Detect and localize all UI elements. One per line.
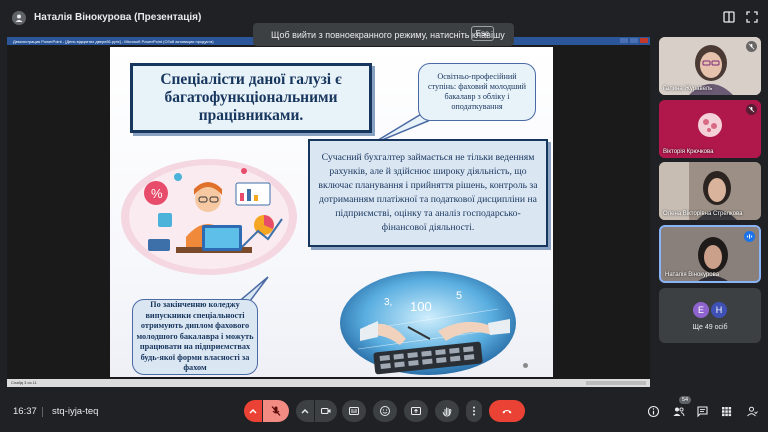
close-icon: [640, 38, 648, 43]
people-icon[interactable]: [672, 405, 685, 418]
participant-name: Наталія Вінокурова: [665, 272, 720, 278]
minimize-icon: [620, 38, 628, 43]
mic-off-icon: [746, 41, 757, 52]
meet-window: Наталія Вінокурова (Презентація) Демонст…: [0, 0, 768, 432]
svg-text:%: %: [151, 186, 163, 201]
more-participants-tile[interactable]: E H Ще 49 осіб: [659, 288, 761, 343]
participant-name: Галина Журавель: [663, 86, 713, 92]
window-controls: [620, 38, 648, 43]
chat-icon[interactable]: [696, 405, 709, 418]
taskbar-tray: [586, 381, 646, 385]
slide-title-box: Спеціалісти даної галузі є багатофункціо…: [130, 63, 372, 133]
captions-button[interactable]: [342, 400, 366, 422]
hang-up-icon: [502, 410, 512, 414]
video-camera-icon: [320, 407, 331, 415]
illus-number-3: 5: [456, 290, 462, 302]
slide-title: Спеціалісти даної галузі є багатофункціо…: [160, 71, 342, 124]
callout-graduates: По закінченню коледжу випускники спеціал…: [132, 299, 258, 375]
avatar: H: [711, 302, 727, 318]
info-icon[interactable]: [647, 405, 660, 418]
bottom-bar: 16:37 stq-iyja-teq: [0, 392, 768, 432]
chevron-up-icon: [301, 409, 309, 414]
powerpoint-window-title: Демонстрация PowerPoint - [День відкрити…: [13, 38, 214, 44]
speaking-indicator-icon: [744, 231, 755, 242]
fullscreen-icon[interactable]: [745, 10, 759, 24]
emoji-icon: [380, 406, 390, 416]
activities-icon[interactable]: [720, 405, 733, 418]
emoji-button[interactable]: [373, 400, 397, 422]
mic-off-icon: [271, 406, 281, 416]
powerpoint-statusbar: Слайд 3 из 11: [7, 379, 650, 387]
callout-degree-text: Освітньо-професійний ступінь: фаховий мо…: [427, 72, 527, 111]
chevron-up-icon: [249, 409, 257, 414]
slide-dot: [523, 363, 528, 368]
participant-tile[interactable]: Галина Журавель: [659, 37, 761, 95]
raise-hand-button[interactable]: [435, 400, 459, 422]
captions-icon: [349, 407, 359, 415]
participant-tile[interactable]: Вікторія Крючкова: [659, 100, 761, 158]
participant-name: Вікторія Крючкова: [663, 149, 714, 155]
maximize-icon: [630, 38, 638, 43]
divider: [42, 407, 43, 417]
mic-off-icon: [746, 104, 757, 115]
clock: 16:37: [13, 406, 37, 417]
more-options-button[interactable]: [466, 400, 482, 422]
calculator-hands-illustration: 3, 100 5: [340, 271, 516, 375]
hand-icon: [442, 407, 452, 417]
meeting-code: stq-iyja-teq: [52, 406, 99, 417]
shared-screen: Демонстрация PowerPoint - [День відкрити…: [7, 37, 650, 387]
callout-graduates-text: По закінченню коледжу випускники спеціал…: [136, 300, 254, 373]
video-options-button[interactable]: [296, 400, 314, 422]
fullscreen-toast: Щоб вийти з повноекранного режиму, натис…: [253, 23, 514, 46]
toast-text: Щоб вийти з повноекранного режиму, натис…: [271, 29, 505, 40]
esc-key: Esc: [470, 26, 494, 41]
presenter-name: Наталія Вінокурова (Презентація): [34, 12, 202, 23]
camera-toggle-button[interactable]: [315, 400, 337, 422]
participant-name: Олена Вікторівна Стрелкова: [663, 211, 743, 217]
people-count-badge: 54: [679, 396, 691, 404]
callout-degree: Освітньо-професійний ступінь: фаховий мо…: [418, 63, 536, 121]
present-screen-icon: [411, 407, 421, 415]
illus-number-1: 3,: [384, 297, 392, 308]
host-controls-icon[interactable]: [745, 405, 758, 418]
main-text-box: Сучасний бухгалтер займається не тільки …: [308, 139, 548, 247]
mic-toggle-button[interactable]: [263, 400, 289, 422]
slide-counter: Слайд 3 из 11: [11, 380, 37, 385]
more-participants-text: Ще 49 осіб: [692, 324, 728, 331]
slide: Спеціалісти даної галузі є багатофункціо…: [110, 47, 553, 377]
more-vert-icon: [473, 406, 475, 416]
present-screen-button[interactable]: [404, 400, 428, 422]
audio-options-button[interactable]: [244, 400, 262, 422]
accountant-illustration: %: [121, 159, 297, 275]
participant-tile[interactable]: Олена Вікторівна Стрелкова: [659, 162, 761, 220]
leave-call-button[interactable]: [489, 400, 525, 422]
avatar: E: [693, 302, 709, 318]
illus-number-2: 100: [410, 299, 432, 314]
participant-tile-speaking[interactable]: Наталія Вінокурова: [659, 225, 761, 283]
layout-icon[interactable]: [722, 10, 736, 24]
presenter-icon: [12, 11, 26, 25]
main-text: Сучасний бухгалтер займається не тільки …: [318, 152, 538, 233]
